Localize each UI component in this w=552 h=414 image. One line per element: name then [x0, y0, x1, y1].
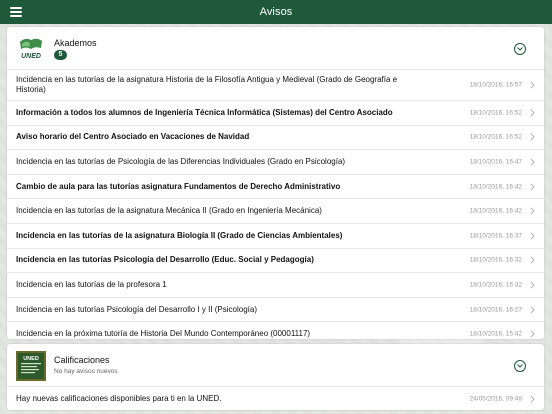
notice-date: 18/10/2016, 15:42 — [469, 330, 522, 338]
notice-title: Incidencia en las tutorías de la asignat… — [16, 230, 343, 240]
notice-title: Aviso horario del Centro Asociado en Vac… — [16, 132, 250, 142]
chevron-right-icon — [530, 109, 535, 117]
list-item[interactable]: Cambio de aula para las tutorías asignat… — [7, 173, 544, 199]
chevron-right-icon — [530, 305, 535, 314]
notice-date: 18/10/2016, 16:52 — [469, 133, 522, 141]
chevron-down-circle-icon[interactable] — [514, 360, 526, 372]
notice-date: 18/10/2016, 16:32 — [469, 256, 522, 264]
list-item[interactable]: Incidencia en la próxima tutoría de Hist… — [7, 321, 544, 346]
notice-title: Incidencia en las tutorías de la asignat… — [16, 75, 398, 94]
list-item[interactable]: Incidencia en las tutorías de la asignat… — [7, 69, 544, 100]
chevron-right-icon — [530, 133, 535, 141]
calificaciones-subtitle: No hay avisos nuevos — [54, 368, 118, 375]
chevron-right-icon — [530, 395, 535, 403]
list-item[interactable]: Hay nuevas calificaciones disponibles pa… — [7, 386, 544, 411]
notice-date: 18/10/2016, 16:27 — [469, 306, 522, 314]
list-item[interactable]: Incidencia en las tutorías de la asignat… — [7, 222, 544, 248]
chevron-right-icon — [530, 207, 535, 215]
calificaciones-card-header[interactable]: UNED Calificaciones No hay avisos nuevos — [7, 344, 544, 386]
notice-date: 18/10/2016, 16:42 — [469, 207, 522, 215]
svg-text:UNED: UNED — [21, 53, 41, 60]
hamburger-menu-icon[interactable] — [10, 7, 22, 17]
chevron-right-icon — [530, 330, 535, 338]
app-header: Avisos — [0, 0, 552, 24]
notice-date: 18/10/2016, 16:57 — [469, 81, 522, 89]
notice-date: 18/10/2016, 16:47 — [469, 158, 522, 166]
notice-title: Incidencia en las tutorías de la profeso… — [16, 279, 167, 289]
list-item[interactable]: Incidencia en las tutorías Psicología de… — [7, 296, 544, 322]
list-item[interactable]: Aviso horario del Centro Asociado en Vac… — [7, 124, 544, 150]
unread-count-badge: 5 — [54, 50, 67, 60]
notice-title: Información a todos los alumnos de Ingen… — [16, 107, 393, 117]
calificaciones-list: Hay nuevas calificaciones disponibles pa… — [7, 386, 544, 411]
notice-title: Incidencia en las tutorías Psicología de… — [16, 255, 314, 265]
page-title: Avisos — [259, 6, 293, 18]
list-item[interactable]: Información a todos los alumnos de Ingen… — [7, 100, 544, 125]
uned-logo-icon: UNED — [17, 36, 45, 62]
akademos-card-header[interactable]: UNED Akademos 5 — [7, 27, 544, 69]
calificaciones-card: UNED Calificaciones No hay avisos nuevos… — [7, 344, 544, 410]
notice-date: 18/10/2016, 16:42 — [469, 183, 522, 191]
chevron-right-icon — [530, 158, 535, 166]
notice-title: Incidencia en las tutorías de Psicología… — [16, 156, 346, 166]
chevron-right-icon — [530, 81, 535, 89]
list-item[interactable]: Incidencia en las tutorías de la profeso… — [7, 272, 544, 297]
notice-date: 18/10/2016, 16:32 — [469, 281, 522, 289]
akademos-card: UNED Akademos 5 Incidencia en las tutorí… — [7, 27, 544, 339]
chevron-down-circle-icon[interactable] — [514, 43, 526, 55]
chevron-right-icon — [530, 232, 535, 240]
notice-title: Cambio de aula para las tutorías asignat… — [16, 181, 341, 191]
notice-date: 18/10/2016, 16:37 — [469, 232, 522, 240]
list-item[interactable]: Incidencia en las tutorías de la asignat… — [7, 198, 544, 223]
akademos-list: Incidencia en las tutorías de la asignat… — [7, 69, 544, 346]
notice-date: 18/10/2016, 16:52 — [469, 109, 522, 117]
list-item[interactable]: Incidencia en las tutorías Psicología de… — [7, 247, 544, 273]
notice-title: Incidencia en la próxima tutoría de Hist… — [16, 329, 311, 339]
list-item[interactable]: Incidencia en las tutorías de Psicología… — [7, 149, 544, 174]
calificaciones-logo-icon: UNED — [16, 351, 46, 381]
notice-title: Hay nuevas calificaciones disponibles pa… — [16, 393, 222, 403]
chevron-right-icon — [530, 183, 535, 191]
svg-text:UNED: UNED — [23, 356, 39, 362]
notice-title: Incidencia en las tutorías Psicología de… — [16, 304, 258, 314]
notice-title: Incidencia en las tutorías de la asignat… — [16, 206, 322, 216]
notice-date: 24/05/2016, 09:48 — [469, 395, 522, 403]
chevron-right-icon — [530, 256, 535, 264]
akademos-title: Akademos — [54, 38, 97, 48]
chevron-right-icon — [530, 281, 535, 289]
calificaciones-title: Calificaciones — [54, 355, 110, 365]
